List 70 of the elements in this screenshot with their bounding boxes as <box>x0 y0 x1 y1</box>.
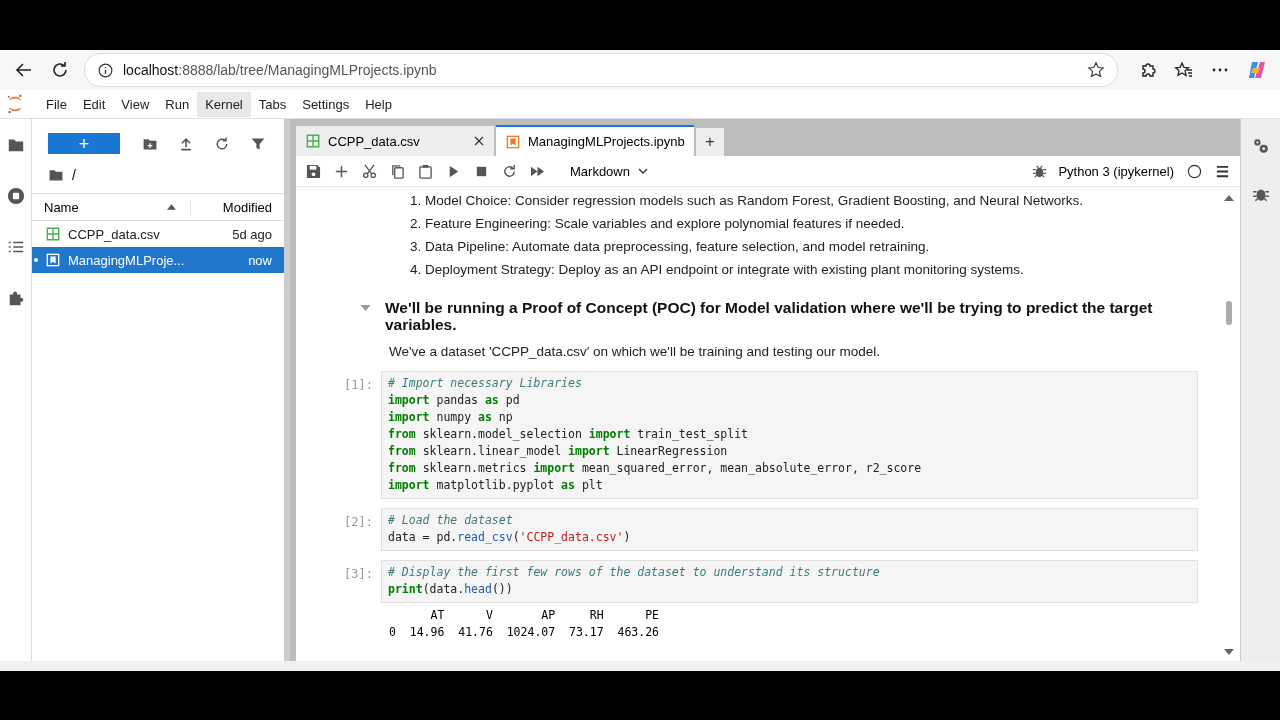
spreadsheet-icon <box>306 134 320 148</box>
code-editor[interactable]: # Import necessary Libraries import pandas as pd import numpy as np from sklearn.model_selection import train_test_split from sklearn.linear_model import LinearRegression from sklearn.metrics import mean_squared_error, mean_absolute_error, r2_score import matplotlib.pyplot as plt <box>381 371 1198 499</box>
cell-type-dropdown[interactable]: Markdown <box>570 163 648 179</box>
markdown-paragraph: We've a dataset 'CCPP_data.csv' on which we'll be training and testing our model. <box>389 344 882 359</box>
menu-item[interactable]: Tabs <box>250 91 295 117</box>
bug-icon[interactable] <box>1032 163 1048 179</box>
new-tab-button[interactable]: + <box>696 128 724 156</box>
list-item: 2. Feature Engineering: Scale variables and explore polynomial features if needed. <box>410 215 906 233</box>
breadcrumb-path[interactable]: / <box>72 167 76 183</box>
list-item: 3. Data Pipeline: Automate data preprocessing, feature selection, and model retraining. <box>410 238 931 256</box>
menu-item[interactable]: Help <box>357 91 400 117</box>
column-header[interactable]: Name <box>44 199 167 215</box>
notebook-icon <box>506 134 520 149</box>
copy-icon[interactable] <box>390 163 405 179</box>
chevron-down-icon[interactable] <box>637 168 648 174</box>
modified-time: 5d ago <box>232 226 272 242</box>
refresh-icon[interactable] <box>214 135 230 152</box>
favorites-icon[interactable] <box>1174 60 1194 80</box>
close-icon[interactable] <box>474 136 484 146</box>
menu-item[interactable]: Settings <box>294 91 358 117</box>
execution-count: [2]: <box>343 514 374 531</box>
star-icon[interactable] <box>1087 61 1105 79</box>
running-dot-icon <box>34 258 38 262</box>
filter-icon[interactable] <box>250 135 266 152</box>
scroll-up-icon[interactable] <box>1224 195 1234 201</box>
list-item: 4. Deployment Strategy: Deploy as an API endpoint or integrate with existing plant monitoring systems. <box>410 261 1025 279</box>
stop-circle-icon[interactable] <box>6 187 25 205</box>
file-row[interactable]: ManagingMLProje... now <box>32 247 284 273</box>
output-line: 0 14.96 41.76 1024.07 73.17 463.26 <box>389 624 661 641</box>
execution-count: [1]: <box>343 377 374 394</box>
plus-icon[interactable] <box>334 163 349 179</box>
column-header[interactable]: Modified <box>189 199 272 215</box>
menu-item[interactable]: Edit <box>74 91 114 117</box>
spreadsheet-icon <box>46 227 60 241</box>
file-name: CCPP_data.csv <box>68 226 161 242</box>
restart-icon[interactable] <box>502 163 517 179</box>
menu-icon[interactable] <box>1215 163 1230 179</box>
new-launcher-button[interactable]: + <box>48 133 120 154</box>
info-icon[interactable] <box>97 61 114 79</box>
menu-item[interactable]: Run <box>157 91 198 117</box>
notebook-icon <box>46 253 60 267</box>
paste-icon[interactable] <box>418 163 433 179</box>
modified-time: now <box>248 252 272 268</box>
folder-icon[interactable] <box>48 167 64 183</box>
reload-icon[interactable] <box>50 60 70 80</box>
cut-icon[interactable] <box>362 163 377 179</box>
save-icon[interactable] <box>306 163 321 179</box>
markdown-heading: We'll be running a Proof of Concept (POC) for Model validation where we'll be trying to predict the target variables. <box>385 299 1154 333</box>
kernel-name[interactable]: Python 3 (ipykernel) <box>1058 163 1174 179</box>
file-name: ManagingMLProje... <box>68 252 186 268</box>
address-bar[interactable]: localhost:8888/lab/tree/ManagingMLProjects.ipynb <box>84 53 1118 87</box>
output-line: AT V AP RH PE <box>429 607 661 624</box>
menu-item[interactable]: View <box>113 91 158 117</box>
file-row[interactable]: CCPP_data.csv 5d ago <box>32 221 284 247</box>
collapse-caret-icon[interactable] <box>360 305 371 311</box>
code-editor[interactable]: # Display the first few rows of the dataset to understand its structure print(data.head()) <box>381 560 1198 603</box>
menu-item[interactable]: File <box>38 91 75 117</box>
code-editor[interactable]: # Load the dataset data = pd.read_csv('CCPP_data.csv') <box>381 508 1198 551</box>
sort-caret-icon[interactable] <box>166 204 176 210</box>
list-item: 1. Model Choice: Consider regression models such as Random Forest, Gradient Boosting, and Neural Networks. <box>410 192 1085 210</box>
menu-item[interactable]: Kernel <box>197 91 251 117</box>
jupyter-logo-icon[interactable] <box>6 93 24 115</box>
copilot-icon[interactable] <box>1246 60 1266 80</box>
kernel-status-icon <box>1187 163 1202 179</box>
scrollbar-thumb[interactable] <box>1226 301 1232 325</box>
tab[interactable]: CCPP_data.csv <box>296 126 494 156</box>
scroll-down-icon[interactable] <box>1224 649 1234 655</box>
execution-count: [3]: <box>343 566 374 583</box>
tab[interactable]: ManagingMLProjects.ipynb <box>496 125 694 156</box>
gears-icon[interactable] <box>1251 137 1270 155</box>
